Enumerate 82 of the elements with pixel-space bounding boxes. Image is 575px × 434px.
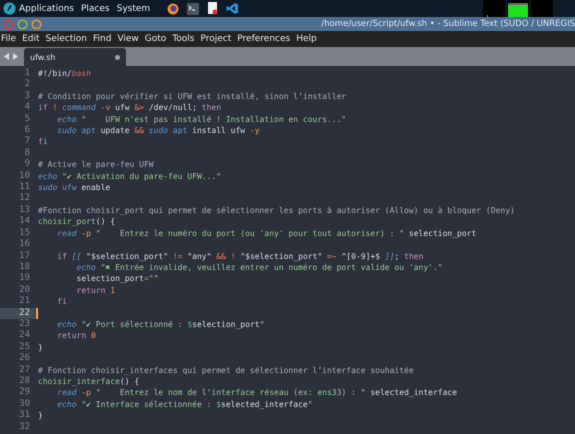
code-line: return 0 xyxy=(56,330,96,342)
editor-tab[interactable]: ufw.sh xyxy=(24,48,126,66)
line-number: 32 xyxy=(18,422,31,433)
code-line: } xyxy=(37,342,43,354)
code-line: choisir_port() { xyxy=(37,216,116,228)
code-line: if [[ "$selection_port" != "any" && ! "$selection_port" =~ ^[0-9]+$ ]]; then xyxy=(56,250,424,262)
code-line: return 1 xyxy=(76,284,116,296)
line-number: 8 xyxy=(24,148,31,159)
line-number: 19 xyxy=(18,273,31,285)
line-number: 23 xyxy=(18,318,31,330)
line-number: 28 xyxy=(18,376,31,387)
line-number: 1 xyxy=(24,68,31,79)
line-number: 30 xyxy=(18,398,31,410)
menu-item[interactable]: File xyxy=(1,34,16,44)
code-line: fi xyxy=(56,296,67,308)
code-line: #Fonction choisir_port qui permet de sélectionner les ports à autoriser (Allow) ou à bloquer (Deny) xyxy=(37,204,515,216)
code-line: if ! command -v ufw &> /dev/null; then xyxy=(37,102,222,114)
network-graph-icon xyxy=(531,0,553,17)
menu-item[interactable]: Goto xyxy=(144,34,166,44)
browser-icon[interactable] xyxy=(167,2,180,14)
menu-item[interactable]: Preferences xyxy=(237,34,290,44)
line-number: 15 xyxy=(18,228,31,239)
line-number: 16 xyxy=(18,239,31,250)
text-cursor xyxy=(36,308,38,319)
menu-item[interactable]: Help xyxy=(296,34,317,44)
app-menu-icon[interactable] xyxy=(3,2,16,15)
code-line: echo "✖ Entrée invalide, veuillez entrer un numéro de port valide ou 'any'." xyxy=(76,262,443,274)
line-number: 12 xyxy=(18,193,31,205)
line-number: 7 xyxy=(24,136,31,148)
code-line: } xyxy=(37,410,43,422)
menu-item[interactable]: Project xyxy=(200,34,232,44)
line-number: 26 xyxy=(18,353,31,365)
code-line: echo "✔ Port sélectionné : $selection_port" xyxy=(56,318,264,330)
line-number: 24 xyxy=(18,330,31,342)
line-number: 4 xyxy=(24,102,31,114)
line-number: 11 xyxy=(18,182,31,193)
line-number: 13 xyxy=(18,204,31,216)
code-line: echo "✔ Interface sélectionnée : $selected_interface" xyxy=(56,398,313,410)
code-line: # Condition pour vérifier si UFW est installé, sinon l’installer xyxy=(37,90,346,102)
menu-item[interactable]: Find xyxy=(92,34,112,44)
panel-menu[interactable]: System xyxy=(116,4,150,14)
line-number: 18 xyxy=(18,262,31,273)
line-number: 5 xyxy=(24,114,31,125)
line-number: 25 xyxy=(18,342,31,353)
line-number: 10 xyxy=(18,170,31,182)
memory-graph-icon xyxy=(507,0,529,17)
panel-menu[interactable]: Places xyxy=(80,4,110,14)
line-number: 29 xyxy=(18,387,31,399)
terminal-icon[interactable] xyxy=(187,2,200,14)
code-line: echo " UFW n'est pas installé ! Installation en cours..." xyxy=(56,114,346,126)
line-number: 20 xyxy=(18,284,31,296)
code-line: # Active le pare-feu UFW xyxy=(37,159,154,171)
code-line: fi xyxy=(37,136,48,148)
line-number: 14 xyxy=(18,216,31,228)
line-number: 9 xyxy=(24,159,31,171)
code-line: read -p " Entrez le nom de l'interface réseau (ex: ens33) : " selected_interface xyxy=(56,387,458,399)
line-number: 3 xyxy=(24,90,31,102)
line-number: 6 xyxy=(24,125,31,136)
code-line: # Fonction choisir_interfaces qui permet de sélectionner l’interface souhaitée xyxy=(37,364,414,376)
line-number: 2 xyxy=(24,79,31,91)
code-line: sudo apt update && sudo apt install ufw -y xyxy=(56,125,260,136)
document-icon[interactable] xyxy=(207,2,218,15)
code-line: sudo ufw enable xyxy=(37,182,110,194)
menu-item[interactable]: Tools xyxy=(172,34,194,44)
menu-item[interactable]: Selection xyxy=(46,34,87,44)
code-line: #!/bin/bash xyxy=(37,68,91,80)
code-line: choisir_interface() { xyxy=(37,376,140,388)
panel-menu[interactable]: Applications xyxy=(19,4,74,14)
cpu-graph-icon xyxy=(483,0,505,17)
window-title: /home/user/Script/ufw.sh • - Sublime Text (SUDO / UNREGIS xyxy=(321,19,575,29)
code-line: selection_port="" xyxy=(76,273,158,285)
code-editor-icon[interactable] xyxy=(226,2,240,15)
menu-item[interactable]: View xyxy=(117,34,139,44)
tab-nav-arrows-icon[interactable] xyxy=(4,53,18,60)
code-line: read -p " Entrez le numéro du port (ou 'any' pour tout autoriser) : " selection_port xyxy=(56,228,476,240)
line-number: 27 xyxy=(18,364,31,376)
line-number: 22 xyxy=(0,308,35,319)
line-number: 17 xyxy=(18,250,31,262)
menu-item[interactable]: Edit xyxy=(22,34,40,44)
line-number: 21 xyxy=(18,296,31,308)
code-line: echo "✔ Activation du pare-feu UFW..." xyxy=(37,170,222,182)
line-number: 31 xyxy=(18,410,31,422)
